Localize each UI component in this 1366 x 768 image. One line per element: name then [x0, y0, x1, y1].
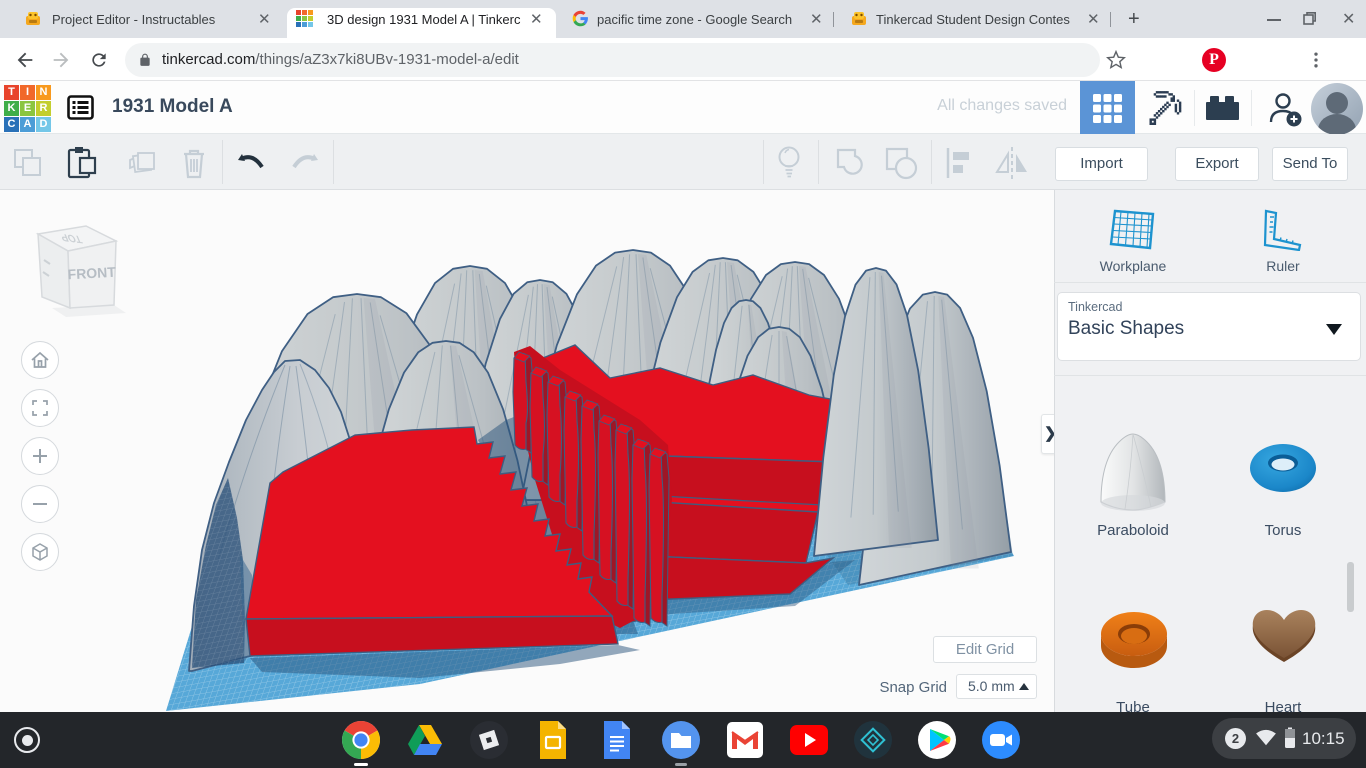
svg-text:FRONT: FRONT: [67, 264, 116, 283]
